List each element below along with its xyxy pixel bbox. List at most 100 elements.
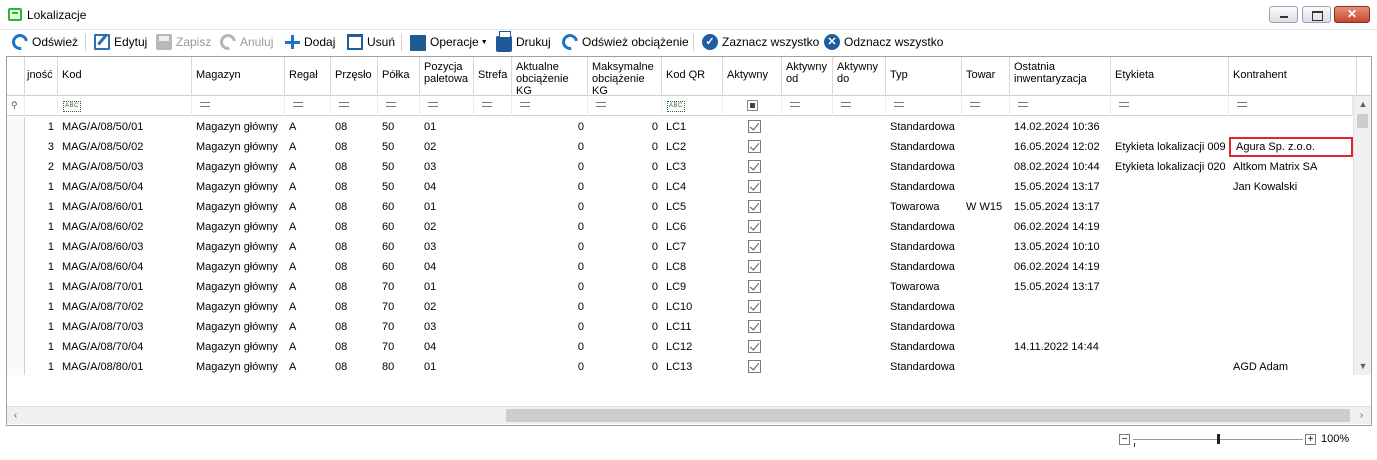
- scroll-up-icon[interactable]: ▲: [1354, 96, 1371, 113]
- cell-do[interactable]: [833, 137, 886, 157]
- cell-towar[interactable]: [962, 297, 1010, 317]
- focused-cell-kontrahent[interactable]: Agura Sp. z.o.o.: [1229, 137, 1353, 157]
- checkbox-checked-icon[interactable]: [748, 160, 761, 173]
- col-header[interactable]: Towar: [962, 57, 1010, 96]
- active-checkbox-cell[interactable]: [723, 277, 782, 297]
- checkbox-checked-icon[interactable]: [748, 180, 761, 193]
- cell-polka[interactable]: 70: [378, 317, 420, 337]
- cell-regal[interactable]: A: [285, 357, 331, 377]
- filter-cell[interactable]: [962, 97, 1010, 116]
- active-checkbox-cell[interactable]: [723, 217, 782, 237]
- filter-cell[interactable]: [1111, 97, 1229, 116]
- cell-do[interactable]: [833, 317, 886, 337]
- minimize-button[interactable]: [1269, 6, 1298, 23]
- cell-max_obc[interactable]: 0: [588, 117, 662, 137]
- maximize-button[interactable]: [1302, 6, 1331, 23]
- table-row[interactable]: 1 MAG/A/08/70/03 Magazyn główny A 08 70 03 0 0 LC…: [7, 317, 1353, 337]
- active-checkbox-cell[interactable]: [723, 357, 782, 377]
- cell-przeslo[interactable]: 08: [331, 317, 378, 337]
- cell-przeslo[interactable]: 08: [331, 217, 378, 237]
- cell-towar[interactable]: W W15: [962, 197, 1010, 217]
- cell-akt_obc[interactable]: 0: [512, 277, 588, 297]
- add-button[interactable]: Dodaj: [284, 30, 335, 54]
- cell-regal[interactable]: A: [285, 317, 331, 337]
- checkbox-checked-icon[interactable]: [748, 260, 761, 273]
- cell-kontrahent[interactable]: [1229, 197, 1353, 217]
- cell-kod[interactable]: MAG/A/08/60/03: [58, 237, 192, 257]
- cell-qty[interactable]: 1: [25, 257, 58, 277]
- cell-pozycja[interactable]: 03: [420, 237, 474, 257]
- cell-regal[interactable]: A: [285, 197, 331, 217]
- cell-typ[interactable]: Standardowa: [886, 297, 962, 317]
- cell-polka[interactable]: 50: [378, 137, 420, 157]
- cell-pozycja[interactable]: 03: [420, 157, 474, 177]
- cell-do[interactable]: [833, 157, 886, 177]
- cell-qr[interactable]: LC7: [662, 237, 723, 257]
- cell-qr[interactable]: LC5: [662, 197, 723, 217]
- zoom-slider-thumb[interactable]: [1217, 434, 1220, 444]
- cell-strefa[interactable]: [474, 117, 512, 137]
- cell-qr[interactable]: LC6: [662, 217, 723, 237]
- cell-magazyn[interactable]: Magazyn główny: [192, 357, 285, 377]
- cell-pozycja[interactable]: 04: [420, 257, 474, 277]
- cell-inwent[interactable]: 16.05.2024 12:02: [1010, 137, 1111, 157]
- cell-qty[interactable]: 1: [25, 357, 58, 377]
- filter-cell[interactable]: [192, 97, 285, 116]
- cell-przeslo[interactable]: 08: [331, 117, 378, 137]
- delete-button[interactable]: Usuń: [345, 30, 395, 54]
- cell-magazyn[interactable]: Magazyn główny: [192, 137, 285, 157]
- cell-towar[interactable]: [962, 357, 1010, 377]
- cell-strefa[interactable]: [474, 237, 512, 257]
- cell-do[interactable]: [833, 217, 886, 237]
- cell-od[interactable]: [782, 217, 833, 237]
- cell-regal[interactable]: A: [285, 117, 331, 137]
- table-row[interactable]: 1 MAG/A/08/50/04 Magazyn główny A 08 50 04 0 0 LC…: [7, 177, 1353, 197]
- checkbox-checked-icon[interactable]: [748, 220, 761, 233]
- cell-max_obc[interactable]: 0: [588, 337, 662, 357]
- cell-kontrahent[interactable]: [1229, 297, 1353, 317]
- cell-qr[interactable]: LC11: [662, 317, 723, 337]
- cell-inwent[interactable]: 13.05.2024 10:10: [1010, 237, 1111, 257]
- cell-etykieta[interactable]: [1111, 277, 1229, 297]
- cell-etykieta[interactable]: [1111, 257, 1229, 277]
- cell-max_obc[interactable]: 0: [588, 197, 662, 217]
- col-header[interactable]: Etykieta: [1111, 57, 1229, 96]
- cell-polka[interactable]: 50: [378, 157, 420, 177]
- cell-typ[interactable]: Standardowa: [886, 357, 962, 377]
- cell-qr[interactable]: LC4: [662, 177, 723, 197]
- col-header[interactable]: Aktywny od: [782, 57, 833, 96]
- cell-strefa[interactable]: [474, 157, 512, 177]
- cell-pozycja[interactable]: 04: [420, 177, 474, 197]
- operations-dropdown[interactable]: Operacje ▼: [410, 30, 488, 54]
- cell-towar[interactable]: [962, 237, 1010, 257]
- cell-przeslo[interactable]: 08: [331, 177, 378, 197]
- col-header[interactable]: Aktywny do: [833, 57, 886, 96]
- cell-pozycja[interactable]: 02: [420, 297, 474, 317]
- filter-cell[interactable]: [833, 97, 886, 116]
- cell-max_obc[interactable]: 0: [588, 257, 662, 277]
- cell-max_obc[interactable]: 0: [588, 237, 662, 257]
- col-header[interactable]: Kod QR: [662, 57, 723, 96]
- filter-cell[interactable]: [782, 97, 833, 116]
- cell-max_obc[interactable]: 0: [588, 217, 662, 237]
- cell-magazyn[interactable]: Magazyn główny: [192, 317, 285, 337]
- col-header[interactable]: Maksymalne obciążenie KG: [588, 57, 662, 96]
- table-row[interactable]: 1 MAG/A/08/60/03 Magazyn główny A 08 60 03 0 0 LC…: [7, 237, 1353, 257]
- filter-cell[interactable]: [588, 97, 662, 116]
- cell-od[interactable]: [782, 257, 833, 277]
- cell-qr[interactable]: LC9: [662, 277, 723, 297]
- cell-typ[interactable]: Towarowa: [886, 197, 962, 217]
- cell-strefa[interactable]: [474, 357, 512, 377]
- deselect-all-button[interactable]: ✕ Odznacz wszystko: [824, 30, 943, 54]
- cell-inwent[interactable]: [1010, 317, 1111, 337]
- cell-magazyn[interactable]: Magazyn główny: [192, 237, 285, 257]
- cell-strefa[interactable]: [474, 177, 512, 197]
- table-row[interactable]: 1 MAG/A/08/60/02 Magazyn główny A 08 60 02 0 0 LC…: [7, 217, 1353, 237]
- cell-magazyn[interactable]: Magazyn główny: [192, 117, 285, 137]
- cell-kod[interactable]: MAG/A/08/50/03: [58, 157, 192, 177]
- table-row[interactable]: 2 MAG/A/08/50/03 Magazyn główny A 08 50 03 0 0 LC…: [7, 157, 1353, 177]
- cell-kod[interactable]: MAG/A/08/60/04: [58, 257, 192, 277]
- col-header[interactable]: Półka: [378, 57, 420, 96]
- cell-przeslo[interactable]: 08: [331, 357, 378, 377]
- cell-qr[interactable]: LC10: [662, 297, 723, 317]
